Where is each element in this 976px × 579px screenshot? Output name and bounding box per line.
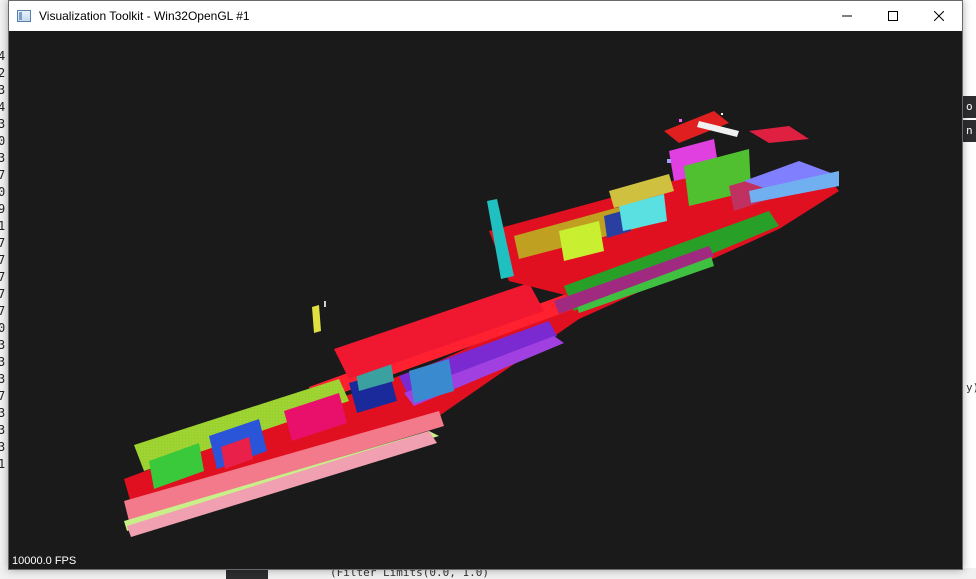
- title-bar[interactable]: Visualization Toolkit - Win32OpenGL #1: [9, 1, 962, 31]
- ide-text-fragment: n: [966, 124, 973, 137]
- point-cloud-scene: [124, 111, 839, 537]
- close-icon: [934, 11, 944, 21]
- caption-buttons: [824, 1, 962, 31]
- maximize-icon: [888, 11, 898, 21]
- console-text: 4 2 3 4 3 0 3 7 0 9 1 7 7 7 7 7 0 3 3 3 …: [0, 49, 6, 471]
- ide-text-fragment: y): [966, 381, 976, 394]
- app-icon: [17, 10, 31, 22]
- ide-text-fragment: o: [966, 100, 973, 113]
- fps-counter: 10000.0 FPS: [12, 555, 77, 567]
- minimize-button[interactable]: [824, 1, 870, 31]
- window-title: Visualization Toolkit - Win32OpenGL #1: [39, 9, 250, 23]
- desktop: 4 2 3 4 3 0 3 7 0 9 1 7 7 7 7 7 0 3 3 3 …: [0, 0, 976, 579]
- maximize-button[interactable]: [870, 1, 916, 31]
- vtk-render-window: Visualization Toolkit - Win32OpenGL #1 1…: [8, 0, 963, 570]
- close-button[interactable]: [916, 1, 962, 31]
- minimize-icon: [842, 15, 852, 17]
- render-viewport[interactable]: 10000.0 FPS: [9, 31, 962, 569]
